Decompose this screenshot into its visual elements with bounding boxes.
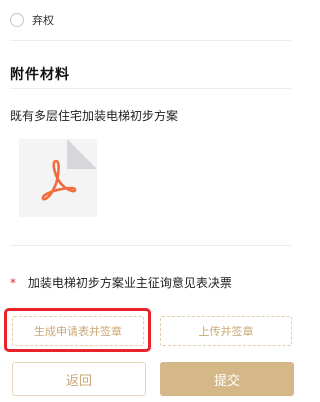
consent-form-label: 加装电梯初步方案业主征询意见表决票 [27, 276, 232, 290]
required-mark: * [10, 276, 16, 290]
abstain-radio[interactable] [10, 13, 24, 27]
submit-button[interactable]: 提交 [160, 362, 294, 396]
pdf-attachment[interactable] [19, 139, 97, 217]
abstain-option[interactable]: 弃权 [10, 10, 54, 30]
divider [10, 245, 291, 246]
abstain-label: 弃权 [32, 14, 54, 27]
back-button[interactable]: 返回 [12, 362, 146, 396]
highlight-box [4, 308, 151, 352]
consent-form-label-row: * 加装电梯初步方案业主征询意见表决票 [10, 274, 232, 291]
upload-and-sign-button[interactable]: 上传并签章 [160, 316, 292, 346]
divider [10, 88, 291, 89]
section-title: 附件材料 [10, 67, 70, 83]
attachment-title: 既有多层住宅加装电梯初步方案 [10, 109, 179, 123]
divider [10, 40, 291, 41]
pdf-file-icon [19, 139, 97, 217]
